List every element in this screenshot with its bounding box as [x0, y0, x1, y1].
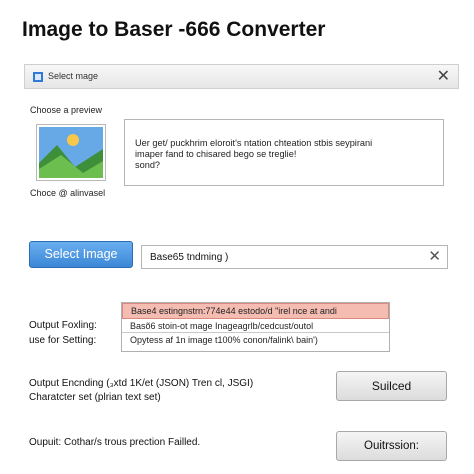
- dialog-title: Select mage: [48, 71, 99, 81]
- status-text: Oupuit: Cothar/s trous prection Failled.: [29, 437, 201, 448]
- clear-icon[interactable]: ✕: [428, 247, 441, 267]
- encoding-input-value: Base65 tndming ): [150, 252, 229, 263]
- image-preview[interactable]: [36, 124, 106, 181]
- encoding-input[interactable]: Base65 tndming ) ✕: [141, 245, 448, 269]
- output-format-label-line2: use for Setting:: [29, 335, 97, 346]
- choose-label: Choce @ alinvasel: [30, 188, 106, 198]
- output-format-list[interactable]: Base4 estingnstrn:774e44 estodo/d "irel …: [121, 302, 390, 352]
- app-title: Image to Baser -666 Converter: [22, 18, 326, 41]
- format-option-base66[interactable]: Basõ6 stoin-ot mage Inageagrlb/cedcust/o…: [122, 319, 389, 333]
- encoding-label-line2: Charatcter set (plrian text set): [29, 392, 161, 403]
- landscape-image-icon: [39, 127, 103, 178]
- encoding-label: Output Encnding (₃xtd 1K/et (JSON) Tren …: [29, 377, 253, 405]
- description-text: Uer get/ puckhrim eloroit's ntation chte…: [124, 119, 444, 186]
- suiced-button[interactable]: Suilced: [336, 371, 447, 401]
- output-format-label-line1: Output Foxling:: [29, 320, 97, 331]
- encoding-label-line1: Output Encnding (₃xtd 1K/et (JSON) Tren …: [29, 378, 254, 389]
- dialog-title-bar: Select mage ✕: [24, 64, 459, 89]
- output-format-label: Output Foxling: use for Setting:: [29, 318, 97, 348]
- format-option-copy[interactable]: Opytess af 1n image t100% conon/falink\ …: [122, 333, 389, 347]
- close-icon[interactable]: ✕: [437, 67, 450, 87]
- ouitrssion-button[interactable]: Ouitrssion:: [336, 431, 447, 461]
- format-option-base64[interactable]: Base4 estingnstrn:774e44 estodo/d "irel …: [122, 303, 389, 319]
- preview-label: Choose a preview: [30, 105, 103, 115]
- select-image-button[interactable]: Select Image: [29, 241, 133, 268]
- window-icon: [33, 72, 43, 82]
